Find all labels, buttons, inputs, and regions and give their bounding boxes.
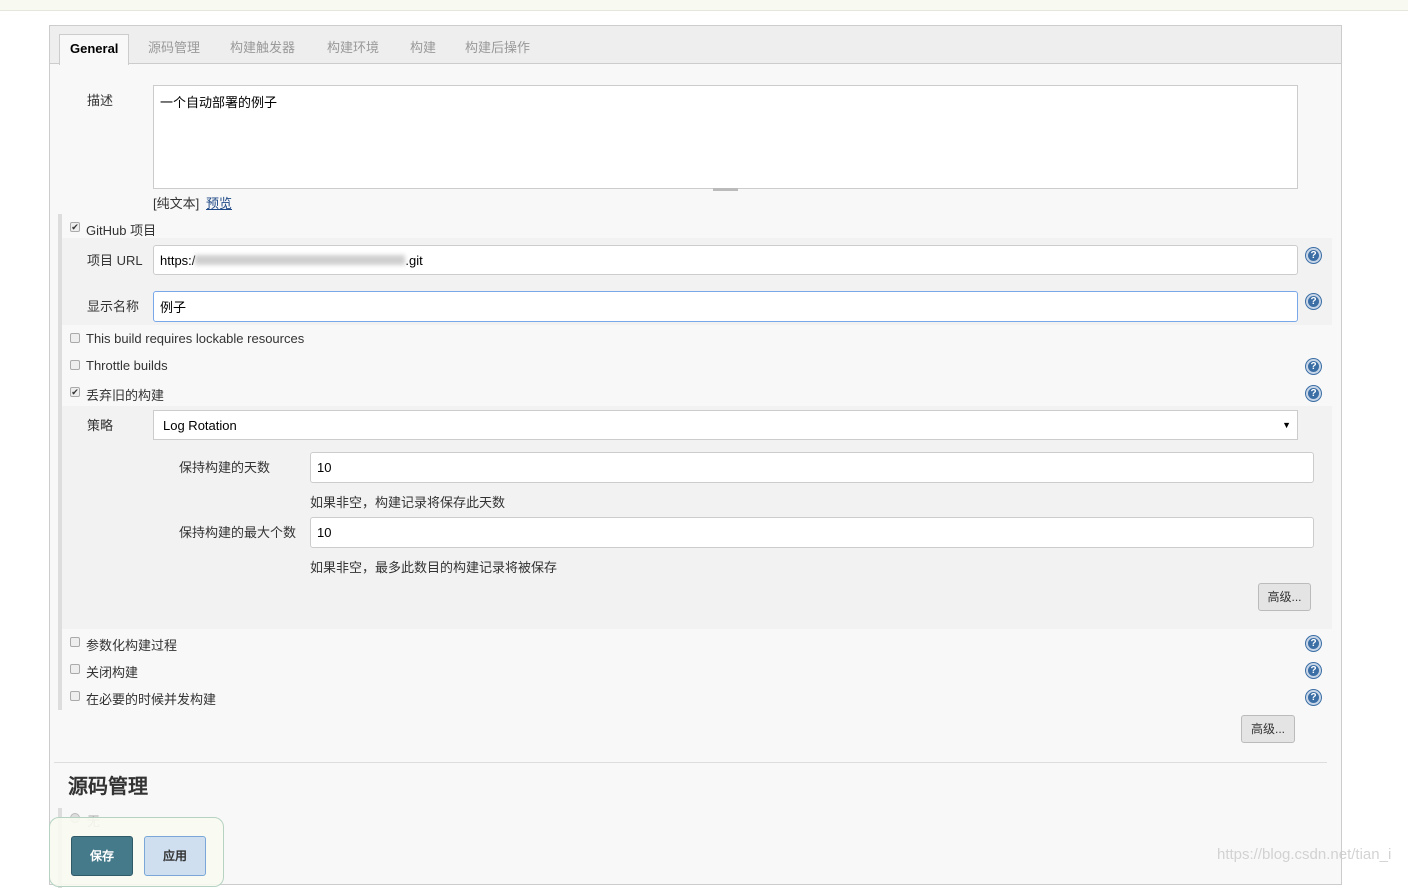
top-bar xyxy=(0,0,1408,11)
help-icon[interactable]: ? xyxy=(1306,386,1321,401)
blurred-url xyxy=(195,255,406,265)
strategy-select[interactable]: Log Rotation ▼ xyxy=(153,410,1298,440)
tab-bar: General 源码管理 构建触发器 构建环境 构建 构建后操作 xyxy=(50,26,1341,65)
github-checkbox[interactable]: ✔ xyxy=(70,222,80,232)
tab-post-build[interactable]: 构建后操作 xyxy=(455,34,540,64)
apply-button[interactable]: 应用 xyxy=(144,836,206,876)
chevron-down-icon: ▼ xyxy=(1282,420,1291,430)
url-suffix: .git xyxy=(405,252,423,268)
concurrent-label: 在必要的时候并发构建 xyxy=(86,692,217,707)
concurrent-checkbox[interactable] xyxy=(70,691,80,701)
bottom-button-bar: 保存 应用 xyxy=(49,817,224,887)
days-label: 保持构建的天数 xyxy=(179,460,271,475)
advanced-button[interactable]: 高级... xyxy=(1241,715,1295,743)
help-icon[interactable]: ? xyxy=(1306,294,1321,309)
disable-checkbox[interactable] xyxy=(70,664,80,674)
tab-build[interactable]: 构建 xyxy=(400,34,446,64)
help-icon[interactable]: ? xyxy=(1306,359,1321,374)
help-icon[interactable]: ? xyxy=(1306,248,1321,263)
github-label: GitHub 项目 xyxy=(86,223,157,238)
url-label: 项目 URL xyxy=(87,253,143,268)
throttle-label: Throttle builds xyxy=(86,358,168,373)
description-textarea[interactable]: 一个自动部署的例子 xyxy=(153,85,1298,189)
discard-label: 丢弃旧的构建 xyxy=(86,388,165,403)
strategy-advanced-button[interactable]: 高级... xyxy=(1258,583,1311,611)
plain-text-label: [纯文本] xyxy=(153,196,200,211)
display-name-input[interactable]: 例子 xyxy=(153,291,1298,322)
days-input[interactable]: 10 xyxy=(310,452,1314,483)
tab-triggers[interactable]: 构建触发器 xyxy=(220,34,305,64)
discard-checkbox[interactable]: ✔ xyxy=(70,387,80,397)
url-prefix: https:/ xyxy=(160,252,196,268)
help-icon[interactable]: ? xyxy=(1306,690,1321,705)
divider xyxy=(54,762,1327,763)
save-button[interactable]: 保存 xyxy=(71,836,133,876)
preview-link[interactable]: 预览 xyxy=(206,193,232,212)
watermark: https://blog.csdn.net/tian_i xyxy=(1217,846,1392,863)
help-icon[interactable]: ? xyxy=(1306,663,1321,678)
resize-handle[interactable] xyxy=(713,188,738,191)
description-label: 描述 xyxy=(87,93,114,108)
lockable-label: This build requires lockable resources xyxy=(86,331,305,346)
throttle-checkbox[interactable] xyxy=(70,360,80,370)
scm-title: 源码管理 xyxy=(68,776,148,798)
parameterized-label: 参数化构建过程 xyxy=(86,638,178,653)
tab-environment[interactable]: 构建环境 xyxy=(317,34,389,64)
tab-general[interactable]: General xyxy=(59,34,130,65)
strategy-label: 策略 xyxy=(87,418,114,433)
disable-label: 关闭构建 xyxy=(86,665,139,680)
max-hint: 如果非空，最多此数目的构建记录将被保存 xyxy=(310,560,558,575)
max-input[interactable]: 10 xyxy=(310,517,1314,548)
display-name-label: 显示名称 xyxy=(87,299,140,314)
url-input[interactable]: https:/ .git xyxy=(153,245,1298,275)
help-icon[interactable]: ? xyxy=(1306,636,1321,651)
strategy-value: Log Rotation xyxy=(163,417,237,433)
days-hint: 如果非空，构建记录将保存此天数 xyxy=(310,495,506,510)
config-panel: General 源码管理 构建触发器 构建环境 构建 构建后操作 描述 一个自动… xyxy=(49,25,1342,888)
parameterized-checkbox[interactable] xyxy=(70,637,80,647)
lockable-checkbox[interactable] xyxy=(70,333,80,343)
max-label: 保持构建的最大个数 xyxy=(179,525,297,540)
tab-scm[interactable]: 源码管理 xyxy=(138,34,210,64)
